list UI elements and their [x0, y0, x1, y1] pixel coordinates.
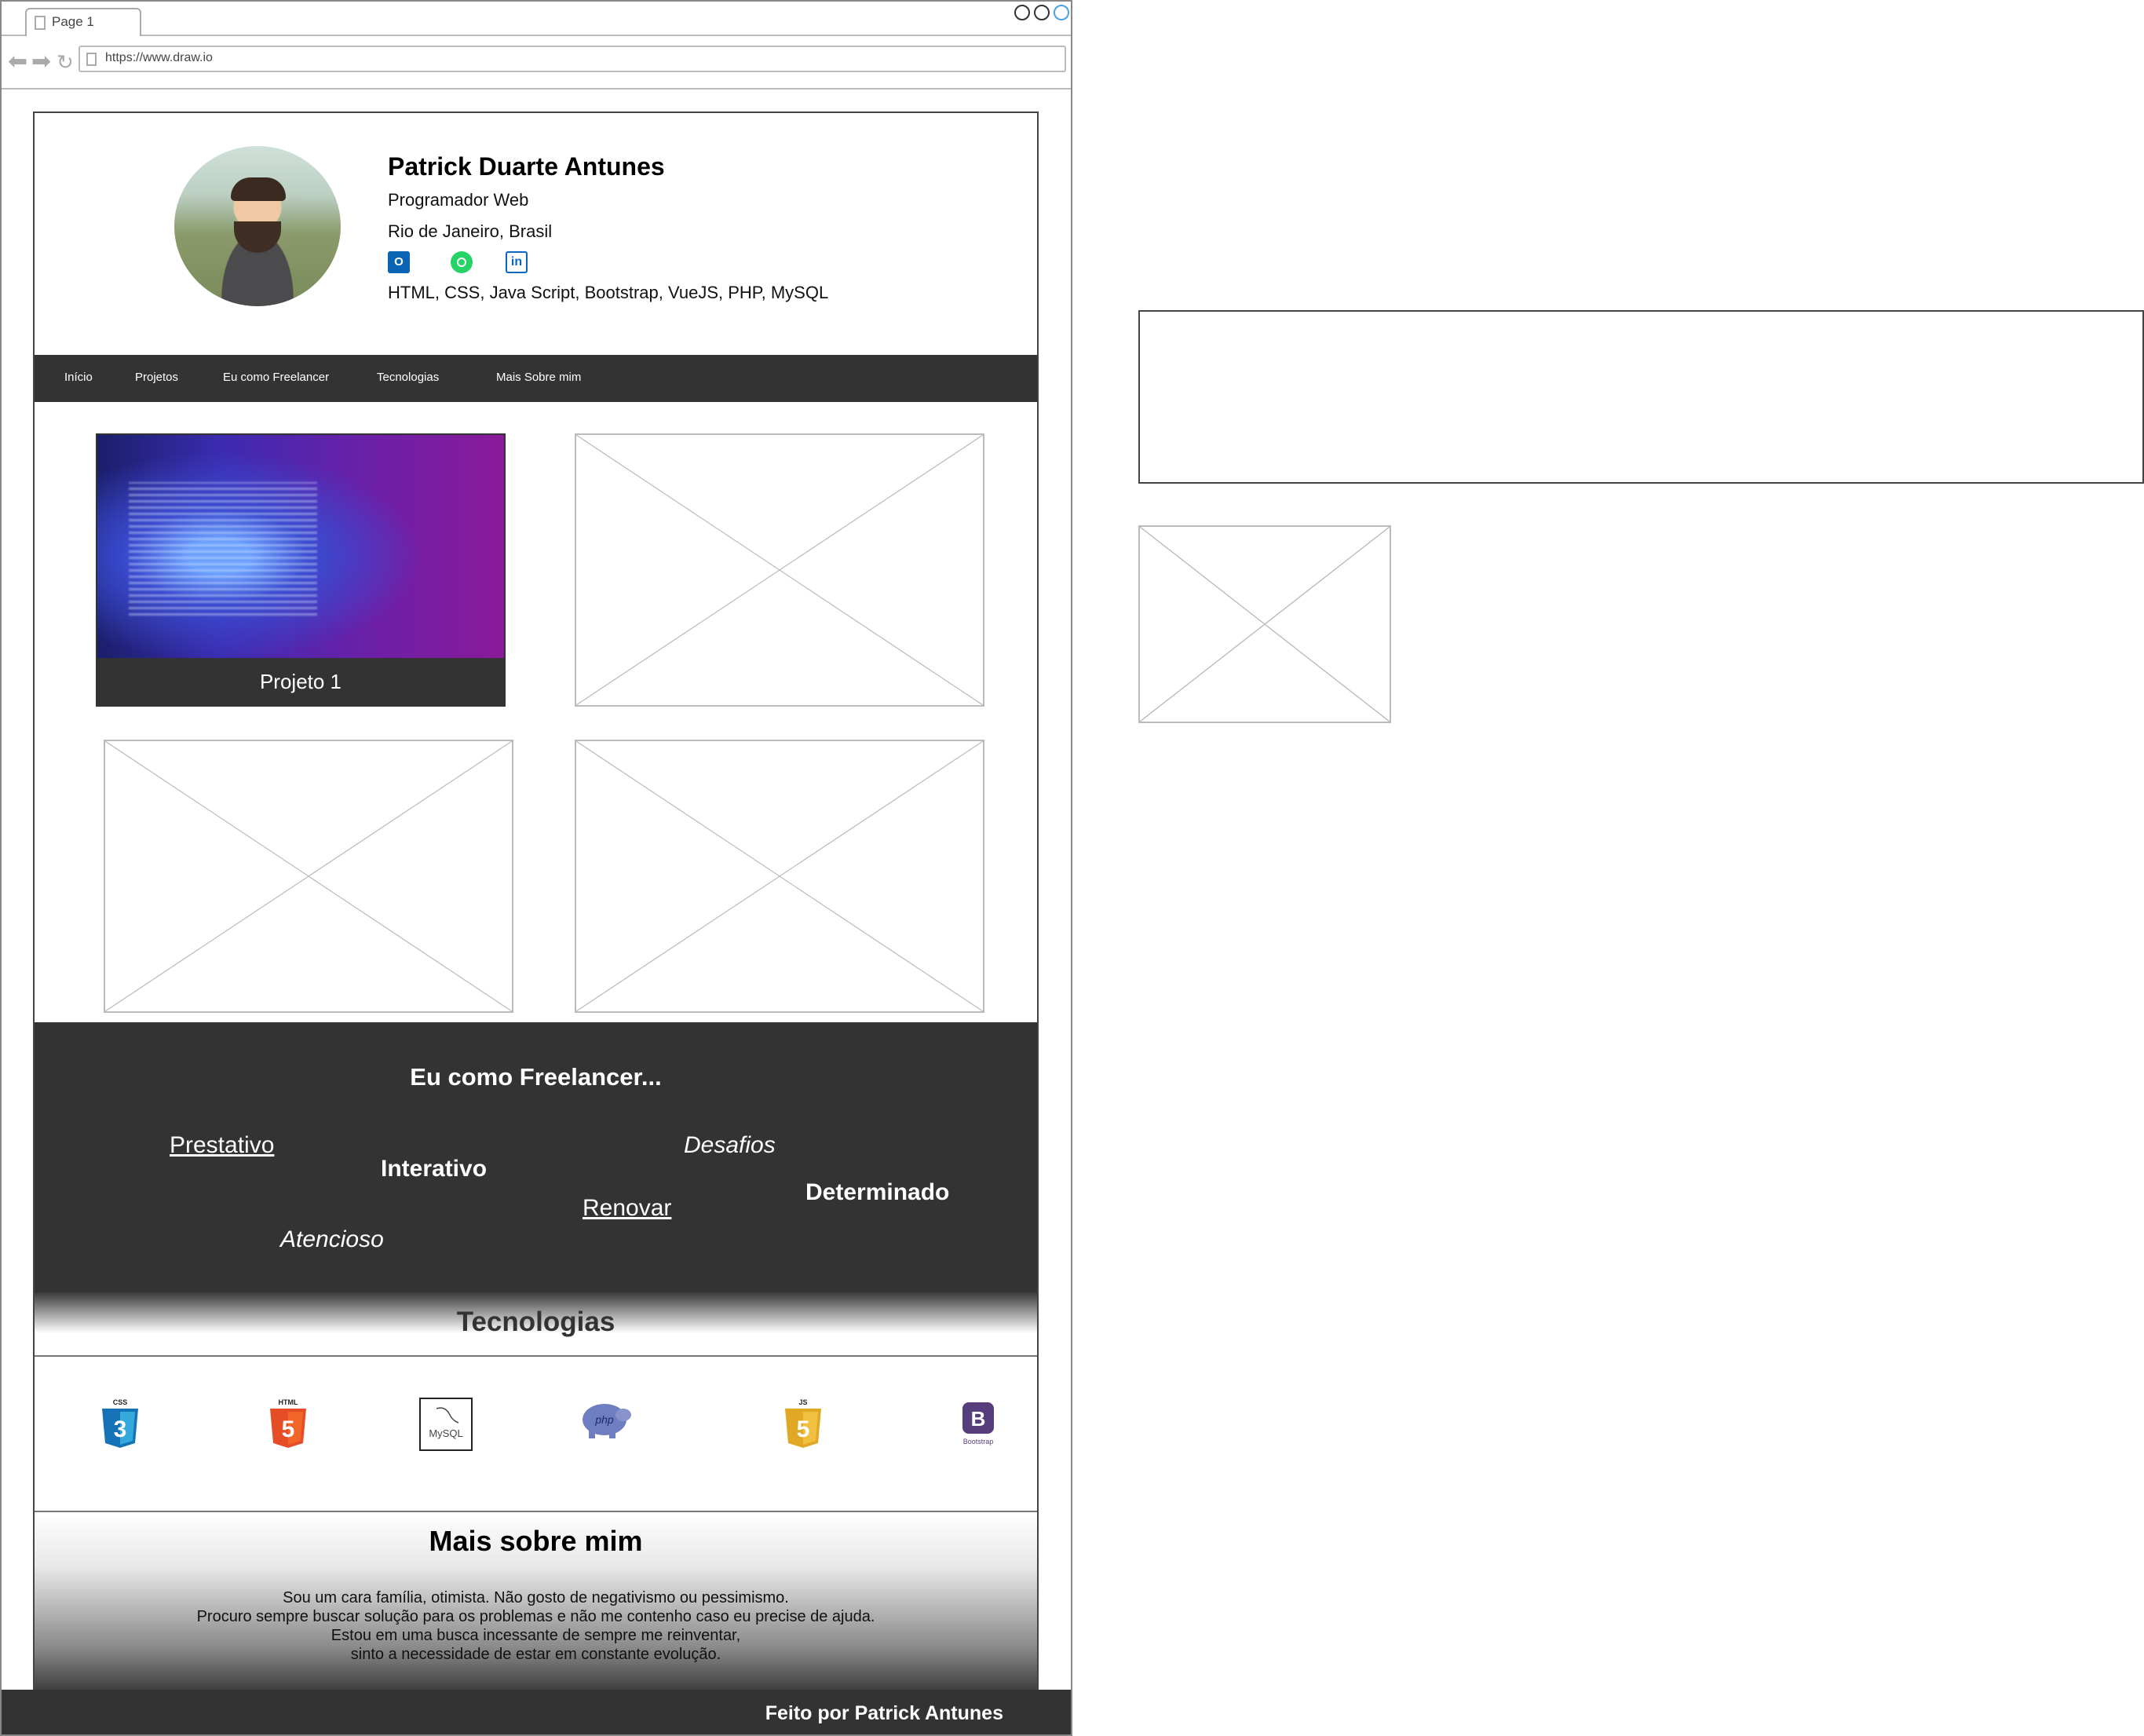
- svg-text:B: B: [971, 1407, 986, 1431]
- project-caption: Projeto 1: [97, 658, 504, 705]
- word-determinado: Determinado: [805, 1179, 950, 1205]
- main-navbar: Início Projetos Eu como Freelancer Tecno…: [35, 355, 1037, 402]
- nav-item-freelancer[interactable]: Eu como Freelancer: [223, 371, 329, 384]
- sobre-line: Estou em uma busca incessante de sempre …: [331, 1627, 741, 1644]
- profile-skills: HTML, CSS, Java Script, Bootstrap, VueJS…: [388, 283, 829, 302]
- word-desafios: Desafios: [684, 1132, 776, 1158]
- svg-text:MySQL: MySQL: [429, 1427, 462, 1439]
- linkedin-icon[interactable]: in: [506, 251, 528, 273]
- sobre-title: Mais sobre mim: [429, 1525, 643, 1557]
- whatsapp-icon[interactable]: [451, 251, 473, 273]
- forward-arrow-icon[interactable]: ➡: [31, 50, 51, 74]
- word-prestativo[interactable]: Prestativo: [170, 1132, 274, 1159]
- html5-icon: HTML 5: [264, 1398, 312, 1453]
- mysql-icon: MySQL: [419, 1398, 473, 1455]
- svg-text:5: 5: [797, 1416, 810, 1442]
- browser-window: Page 1 ⬅ ➡ ↻ https://www.draw.io Patrick…: [0, 0, 1072, 1736]
- sobre-section: Mais sobre mim Sou um cara família, otim…: [35, 1511, 1037, 1693]
- footer-text: Feito por Patrick Antunes: [765, 1702, 1003, 1724]
- nav-item-projetos[interactable]: Projetos: [135, 371, 178, 384]
- tab-label: Page 1: [52, 14, 94, 29]
- project-placeholder[interactable]: [104, 740, 513, 1013]
- minimize-button[interactable]: [1014, 5, 1030, 20]
- nav-item-inicio[interactable]: Início: [64, 371, 93, 384]
- page-icon: [35, 16, 46, 30]
- bootstrap-icon: B Bootstrap: [955, 1401, 1002, 1452]
- footer: Feito por Patrick Antunes: [2, 1690, 1071, 1734]
- tab-bar: Page 1: [2, 2, 1071, 36]
- sobre-line: sinto a necessidade de estar em constant…: [350, 1646, 721, 1663]
- tecnologias-title: Tecnologias: [456, 1307, 615, 1337]
- svg-text:php: php: [594, 1413, 614, 1426]
- reload-icon[interactable]: ↻: [57, 50, 74, 74]
- url-input[interactable]: https://www.draw.io: [79, 46, 1066, 72]
- word-interativo: Interativo: [381, 1156, 488, 1182]
- profile-location: Rio de Janeiro, Brasil: [388, 221, 553, 241]
- svg-text:Bootstrap: Bootstrap: [963, 1438, 994, 1445]
- maximize-button[interactable]: [1034, 5, 1050, 20]
- svg-text:JS: JS: [798, 1398, 807, 1406]
- sobre-line: Procuro sempre buscar solução para os pr…: [196, 1608, 875, 1625]
- php-icon: php: [578, 1398, 633, 1449]
- svg-text:HTML: HTML: [279, 1398, 298, 1406]
- css3-icon: CSS 3: [96, 1398, 144, 1453]
- freelancer-title: Eu como Freelancer...: [410, 1063, 662, 1091]
- project-card[interactable]: Projeto 1: [96, 433, 506, 707]
- address-bar: ⬅ ➡ ↻ https://www.draw.io: [2, 36, 1071, 90]
- project-placeholder[interactable]: [575, 740, 984, 1013]
- project-placeholder[interactable]: [575, 433, 984, 707]
- sobre-line: Sou um cara família, otimista. Não gosto…: [283, 1589, 789, 1606]
- svg-text:3: 3: [114, 1416, 127, 1442]
- wireframe-box: [1138, 310, 2144, 484]
- url-text: https://www.draw.io: [105, 51, 213, 64]
- svg-text:5: 5: [282, 1416, 295, 1442]
- tecnologias-header: Tecnologias: [35, 1292, 1037, 1357]
- freelancer-section: Eu como Freelancer... Prestativo Interat…: [35, 1022, 1037, 1292]
- word-renovar[interactable]: Renovar: [583, 1195, 671, 1222]
- svg-text:CSS: CSS: [113, 1398, 128, 1406]
- profile-name: Patrick Duarte Antunes: [388, 152, 665, 181]
- outlook-icon[interactable]: O: [388, 251, 410, 273]
- word-atencioso: Atencioso: [280, 1226, 384, 1252]
- close-button[interactable]: [1054, 5, 1069, 20]
- profile-role: Programador Web: [388, 190, 529, 210]
- page-content: Patrick Duarte Antunes Programador Web R…: [33, 111, 1039, 1693]
- nav-item-tecnologias[interactable]: Tecnologias: [377, 371, 439, 384]
- page-icon: [86, 53, 97, 66]
- nav-item-sobre[interactable]: Mais Sobre mim: [496, 371, 581, 384]
- browser-tab[interactable]: Page 1: [25, 8, 141, 36]
- avatar: [174, 146, 341, 306]
- image-placeholder: [1138, 525, 1391, 723]
- back-arrow-icon[interactable]: ⬅: [8, 50, 27, 74]
- javascript-icon: JS 5: [779, 1398, 827, 1453]
